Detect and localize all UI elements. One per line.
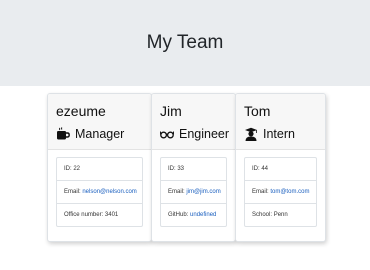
glasses-icon [159,127,175,141]
email-link[interactable]: jim@jim.com [186,189,220,195]
detail-email: Email: nelson@nelson.com [57,181,142,204]
employee-role: Intern [244,126,317,142]
detail-id: ID: 44 [245,158,316,181]
graduate-icon [244,127,258,141]
detail-github: GitHub: undefined [168,212,217,218]
employee-name: Jim [160,103,182,119]
employee-details: ID: 44 Email: tom@tom.com School: Penn [244,157,317,227]
employee-card-intern: Tom Intern ID: 44 Email: tom@tom.com Sch… [235,93,326,242]
detail-office-number: Office number: 3401 [64,212,119,218]
card-header: Tom Intern [236,94,325,150]
role-label: Engineer [179,127,230,141]
email-link[interactable]: nelson@nelson.com [82,189,136,195]
page-title: My Team [146,32,224,53]
employee-details: ID: 33 Email: jim@jim.com GitHub: undefi… [160,157,227,227]
detail-id: ID: 22 [57,158,142,181]
detail-school: School: Penn [252,212,288,218]
email-link[interactable]: tom@tom.com [270,189,309,195]
employee-role: Engineer [159,126,230,142]
employee-card-manager: ezeume Manager ID: 22 Email: nelson@nels… [47,93,152,242]
page-header: My Team [0,0,370,86]
github-link[interactable]: undefined [190,212,216,218]
employee-card-engineer: Jim Engineer ID: 33 Email: jim@jim.com G… [151,93,236,242]
coffee-mug-icon [56,127,70,141]
detail-id: ID: 33 [161,158,226,181]
employee-name: Tom [244,103,271,119]
role-label: Manager [75,127,125,141]
detail-email: Email: tom@tom.com [245,181,316,204]
role-label: Intern [263,127,295,141]
employee-role: Manager [56,126,143,142]
card-header: ezeume Manager [48,94,151,150]
employee-details: ID: 22 Email: nelson@nelson.com Office n… [56,157,143,227]
detail-email: Email: jim@jim.com [161,181,226,204]
card-header: Jim Engineer [152,94,235,150]
employee-name: ezeume [56,103,106,119]
